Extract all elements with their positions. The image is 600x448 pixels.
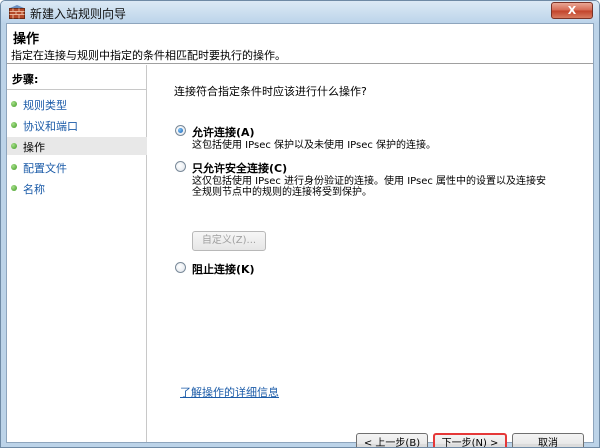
allow-connection-radio[interactable] <box>175 125 186 136</box>
allow-connection-desc: 这包括使用 IPsec 保护以及未使用 IPsec 保护的连接。 <box>192 140 437 151</box>
sidebar-item-label: 名称 <box>23 183 45 196</box>
sidebar-item-profile[interactable]: 配置文件 <box>7 158 147 176</box>
sidebar-item-protocol-port[interactable]: 协议和端口 <box>7 116 147 134</box>
title-bar[interactable]: 新建入站规则向导 X <box>1 1 599 23</box>
step-bullet-icon <box>11 185 17 191</box>
steps-sidebar: 步骤: 规则类型 协议和端口 操作 配置文件 名称 <box>7 65 147 442</box>
sidebar-item-name[interactable]: 名称 <box>7 179 147 197</box>
page-title: 操作 <box>13 32 40 47</box>
allow-secure-desc-line1: 这仅包括使用 IPsec 进行身份验证的连接。使用 IPsec 属性中的设置以及… <box>192 176 547 187</box>
cancel-button[interactable]: 取消 <box>512 433 584 447</box>
sidebar-item-action[interactable]: 操作 <box>7 137 147 155</box>
wizard-client: 操作 指定在连接与规则中指定的条件相匹配时要执行的操作。 步骤: 规则类型 协议… <box>6 23 594 447</box>
page-description: 指定在连接与规则中指定的条件相匹配时要执行的操作。 <box>11 49 286 62</box>
wizard-header: 操作 指定在连接与规则中指定的条件相匹配时要执行的操作。 <box>7 24 593 64</box>
steps-divider <box>7 89 147 90</box>
allow-connection-label[interactable]: 允许连接(A) <box>192 124 255 140</box>
sidebar-item-label: 配置文件 <box>23 162 67 175</box>
next-button[interactable]: 下一步(N) > <box>433 433 507 447</box>
sidebar-item-label: 操作 <box>23 141 45 154</box>
step-bullet-icon <box>11 143 17 149</box>
window-title: 新建入站规则向导 <box>30 7 127 21</box>
sidebar-item-label: 协议和端口 <box>23 120 78 133</box>
step-bullet-icon <box>11 101 17 107</box>
learn-more-link[interactable]: 了解操作的详细信息 <box>180 384 279 400</box>
main-panel: 连接符合指定条件时应该进行什么操作? 允许连接(A) 这包括使用 IPsec 保… <box>148 65 593 447</box>
steps-heading: 步骤: <box>12 73 39 86</box>
close-icon: X <box>567 4 577 17</box>
wizard-window: 新建入站规则向导 X 操作 指定在连接与规则中指定的条件相匹配时要执行的操作。 … <box>0 0 600 448</box>
allow-secure-label[interactable]: 只允许安全连接(C) <box>192 160 287 176</box>
allow-secure-desc-line2: 全规则节点中的规则的连接将受到保护。 <box>192 187 372 198</box>
step-bullet-icon <box>11 164 17 170</box>
sidebar-item-label: 规则类型 <box>23 99 67 112</box>
back-button[interactable]: < 上一步(B) <box>356 433 428 447</box>
allow-secure-radio[interactable] <box>175 161 186 172</box>
sidebar-item-rule-type[interactable]: 规则类型 <box>7 95 147 113</box>
step-bullet-icon <box>11 122 17 128</box>
block-connection-label[interactable]: 阻止连接(K) <box>192 261 255 277</box>
block-connection-radio[interactable] <box>175 262 186 273</box>
close-button[interactable]: X <box>551 2 593 19</box>
firewall-app-icon <box>9 5 25 19</box>
action-question: 连接符合指定条件时应该进行什么操作? <box>174 85 367 98</box>
customize-button[interactable]: 自定义(Z)... <box>192 231 266 251</box>
